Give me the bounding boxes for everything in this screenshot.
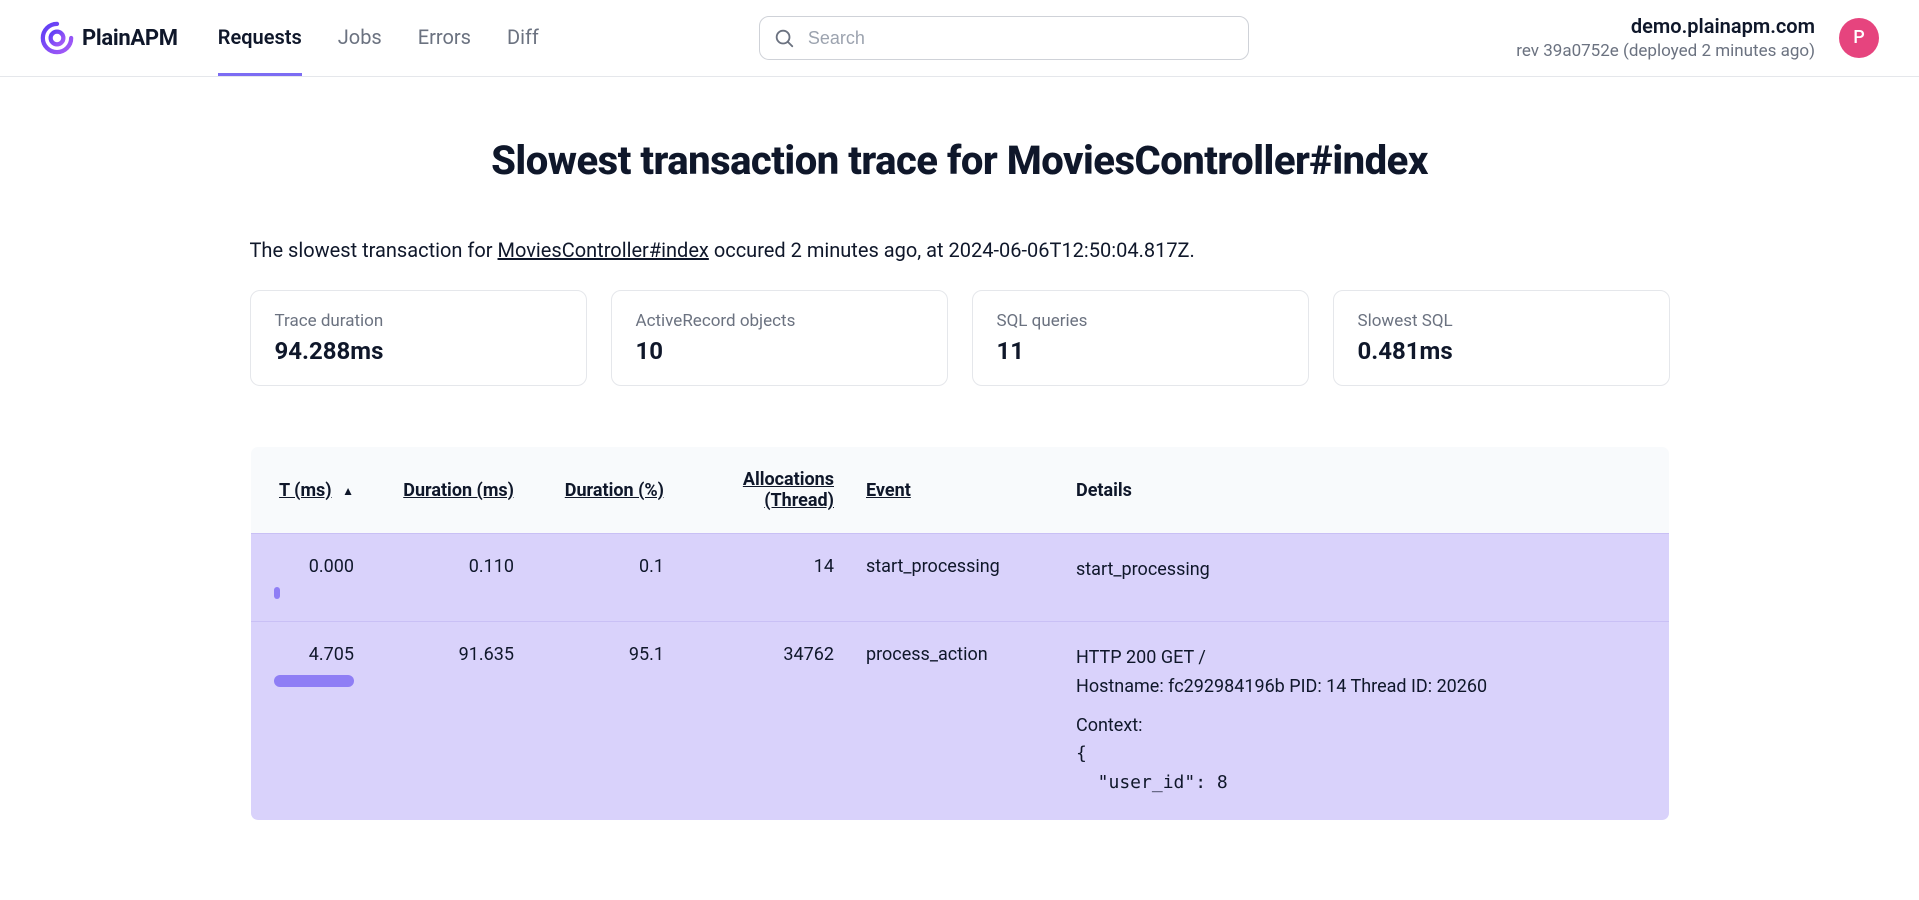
th-event[interactable]: Event (850, 447, 1060, 534)
th-t[interactable]: T (ms) ▲ (250, 447, 370, 534)
stat-sql-queries: SQL queries 11 (972, 290, 1309, 386)
sort-asc-icon: ▲ (342, 484, 354, 498)
nav-requests[interactable]: Requests (218, 1, 302, 76)
stat-value: 11 (997, 337, 1284, 365)
bar-track (274, 675, 354, 687)
bar-fill (274, 587, 280, 599)
stat-ar-objects: ActiveRecord objects 10 (611, 290, 948, 386)
search-input[interactable] (759, 16, 1249, 60)
deploy-info: rev 39a0752e (deployed 2 minutes ago) (1516, 40, 1815, 64)
cell-duration: 0.110 (370, 534, 530, 622)
stat-label: SQL queries (997, 311, 1284, 331)
cell-duration: 91.635 (370, 622, 530, 821)
cell-t: 4.705 (250, 622, 370, 821)
t-value: 0.000 (309, 556, 354, 577)
th-details-label: Details (1076, 480, 1132, 501)
bar-fill (274, 675, 354, 687)
th-alloc[interactable]: Allocations (Thread) (680, 447, 850, 534)
logo-icon (40, 21, 74, 55)
trace-table: T (ms) ▲ Duration (ms) Duration (%) Allo… (250, 446, 1670, 821)
th-pct[interactable]: Duration (%) (530, 447, 680, 534)
page-title: Slowest transaction trace for MoviesCont… (250, 137, 1670, 184)
intro-text: The slowest transaction for MoviesContro… (250, 238, 1670, 262)
context-label: Context: (1076, 712, 1653, 741)
details-line2: Hostname: fc292984196b PID: 14 Thread ID… (1076, 673, 1653, 702)
details-line1: HTTP 200 GET / (1076, 644, 1653, 673)
table-row[interactable]: 4.705 91.635 95.1 34762 process_action H… (250, 622, 1669, 821)
top-bar: PlainAPM Requests Jobs Errors Diff demo.… (0, 0, 1919, 77)
cell-alloc: 14 (680, 534, 850, 622)
brand-logo[interactable]: PlainAPM (40, 21, 178, 55)
stat-slowest-sql: Slowest SQL 0.481ms (1333, 290, 1670, 386)
stats-row: Trace duration 94.288ms ActiveRecord obj… (250, 290, 1670, 386)
th-details: Details (1060, 447, 1669, 534)
stat-value: 10 (636, 337, 923, 365)
stat-label: Slowest SQL (1358, 311, 1645, 331)
th-duration-label: Duration (ms) (403, 480, 514, 501)
stat-trace-duration: Trace duration 94.288ms (250, 290, 587, 386)
cell-details: HTTP 200 GET / Hostname: fc292984196b PI… (1060, 622, 1669, 821)
cell-t: 0.000 (250, 534, 370, 622)
main-nav: Requests Jobs Errors Diff (218, 1, 539, 76)
nav-diff[interactable]: Diff (507, 1, 539, 76)
th-duration[interactable]: Duration (ms) (370, 447, 530, 534)
th-pct-label: Duration (%) (565, 480, 664, 501)
cell-pct: 0.1 (530, 534, 680, 622)
details-line1: start_processing (1076, 556, 1653, 585)
cell-alloc: 34762 (680, 622, 850, 821)
avatar[interactable]: P (1839, 18, 1879, 58)
bar-track (274, 587, 354, 599)
stat-label: Trace duration (275, 311, 562, 331)
nav-errors[interactable]: Errors (418, 1, 471, 76)
th-alloc-label-1: Allocations (743, 469, 834, 490)
t-value: 4.705 (309, 644, 354, 665)
stat-label: ActiveRecord objects (636, 311, 923, 331)
table-row[interactable]: 0.000 0.110 0.1 14 start_processing star… (250, 534, 1669, 622)
context-json: { "user_id": 8 (1076, 740, 1653, 798)
brand-name: PlainAPM (82, 26, 178, 51)
nav-jobs[interactable]: Jobs (338, 1, 382, 76)
header-meta: demo.plainapm.com rev 39a0752e (deployed… (1516, 12, 1815, 64)
th-alloc-label-2: (Thread) (764, 490, 834, 511)
header-right: demo.plainapm.com rev 39a0752e (deployed… (1516, 12, 1879, 64)
cell-pct: 95.1 (530, 622, 680, 821)
intro-endpoint-link[interactable]: MoviesController#index (498, 238, 709, 262)
intro-suffix: occured 2 minutes ago, at 2024-06-06T12:… (709, 238, 1195, 262)
th-event-label: Event (866, 480, 911, 501)
intro-prefix: The slowest transaction for (250, 238, 498, 262)
search-container (759, 16, 1249, 60)
cell-details: start_processing (1060, 534, 1669, 622)
cell-event: process_action (850, 622, 1060, 821)
domain-link[interactable]: demo.plainapm.com (1516, 12, 1815, 40)
cell-event: start_processing (850, 534, 1060, 622)
stat-value: 0.481ms (1358, 337, 1645, 365)
stat-value: 94.288ms (275, 337, 562, 365)
table-header-row: T (ms) ▲ Duration (ms) Duration (%) Allo… (250, 447, 1669, 534)
main-container: Slowest transaction trace for MoviesCont… (210, 77, 1710, 861)
th-t-label: T (ms) (279, 480, 332, 501)
